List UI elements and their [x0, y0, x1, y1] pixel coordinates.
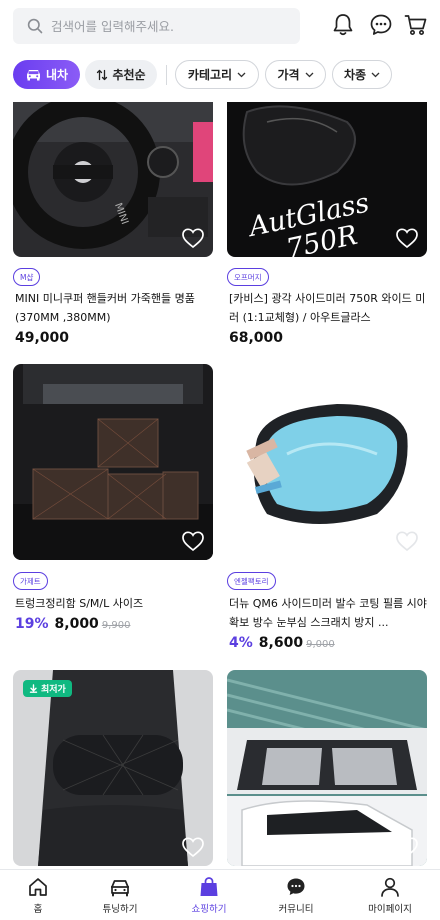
heart-icon[interactable]: [181, 227, 205, 249]
price-label: 가격: [277, 68, 300, 82]
chevron-down-icon: [305, 72, 314, 77]
product-price: 19% 8,000 9,900: [15, 616, 130, 632]
heart-icon[interactable]: [395, 227, 419, 249]
shopping-bag-icon: [200, 877, 218, 896]
search-input[interactable]: [51, 18, 271, 34]
nav-item-home[interactable]: 홈: [0, 876, 78, 918]
category-dropdown[interactable]: 카테고리: [175, 60, 259, 89]
product-image-trunk-organizer[interactable]: [13, 364, 213, 560]
sort-chip[interactable]: 추천순: [85, 60, 157, 89]
original-price: 9,900: [101, 620, 131, 631]
category-label: 카테고리: [187, 68, 233, 82]
price-value: 49,000: [15, 330, 70, 346]
seller-tag: 가제트: [13, 572, 48, 590]
product-title[interactable]: 트렁크정리함 S/M/L 사이즈: [15, 594, 215, 613]
product-card[interactable]: MINI M샵 MINI 미니쿠퍼 핸들커버 가죽핸들 명품 (370MM ,3…: [13, 102, 213, 346]
price-value: 8,600: [258, 635, 304, 651]
nav-item-shopping[interactable]: 쇼핑하기: [169, 876, 249, 918]
product-image-steering-cover[interactable]: MINI: [13, 102, 213, 257]
sort-icon: [97, 69, 108, 80]
product-image-neck-cushion[interactable]: 최저가: [13, 670, 213, 866]
nav-label: 쇼핑하기: [191, 904, 227, 915]
search-icon: [27, 18, 43, 34]
product-image-sunshade[interactable]: [227, 670, 427, 866]
my-car-filter-chip[interactable]: 내차: [13, 60, 80, 89]
discount-rate: 4%: [229, 635, 253, 651]
seller-tag: 엔젤팩토리: [227, 572, 276, 590]
search-bar[interactable]: [13, 8, 300, 44]
nav-item-community[interactable]: 커뮤니티: [256, 876, 336, 918]
chevron-down-icon: [237, 72, 246, 77]
heart-icon[interactable]: [395, 836, 419, 858]
original-price: 9,000: [306, 639, 335, 650]
product-price: 68,000: [229, 330, 283, 346]
nav-item-tuning[interactable]: 튜닝하기: [80, 876, 160, 918]
profile-icon: [381, 877, 399, 897]
product-image-mirror-film[interactable]: [227, 364, 427, 560]
price-value: 68,000: [229, 330, 284, 346]
nav-label: 마이페이지: [368, 904, 412, 915]
chat-icon: [287, 878, 305, 895]
price-dropdown[interactable]: 가격: [265, 60, 326, 89]
my-car-filter-label: 내차: [45, 68, 69, 82]
product-card[interactable]: AutGlass 750R 오프머지 [카비스] 광각 사이드미러 750R 와…: [227, 102, 427, 346]
chat-bubble-icon[interactable]: [368, 12, 394, 38]
bottom-navigation: 홈 튜닝하기 쇼핑하기 커뮤니티 마이페이지: [0, 869, 440, 920]
download-arrow-icon: [29, 684, 38, 693]
nav-label: 커뮤니티: [278, 904, 314, 915]
product-title[interactable]: [카비스] 광각 사이드미러 750R 와이드 미러 (1:1교체형) / 아우…: [229, 289, 429, 327]
lowest-price-badge: 최저가: [23, 680, 72, 697]
product-price: 4% 8,600 9,000: [229, 635, 335, 651]
heart-icon[interactable]: [395, 530, 419, 552]
product-image-side-mirror[interactable]: AutGlass 750R: [227, 102, 427, 257]
cart-icon[interactable]: [403, 12, 429, 38]
seller-tag: 오프머지: [227, 268, 269, 286]
seller-tag: M샵: [13, 268, 41, 286]
sort-label: 추천순: [112, 68, 146, 82]
nav-label: 홈: [33, 904, 43, 915]
heart-icon[interactable]: [181, 836, 205, 858]
nav-label: 튜닝하기: [102, 904, 138, 915]
top-bar: [0, 0, 440, 52]
nav-item-mypage[interactable]: 마이페이지: [350, 876, 430, 918]
product-card[interactable]: 엔젤팩토리 더뉴 QM6 사이드미러 발수 코팅 필름 시야확보 방수 눈부심 …: [227, 364, 427, 651]
filter-divider: [166, 65, 167, 85]
home-icon: [29, 878, 47, 896]
product-card[interactable]: [227, 670, 427, 866]
discount-rate: 19%: [15, 616, 49, 632]
chevron-down-icon: [371, 72, 380, 77]
heart-icon[interactable]: [181, 530, 205, 552]
product-price: 49,000: [15, 330, 69, 346]
product-title[interactable]: 더뉴 QM6 사이드미러 발수 코팅 필름 시야확보 방수 눈부심 스크래치 방…: [229, 594, 429, 632]
car-type-dropdown[interactable]: 차종: [332, 60, 392, 89]
product-card[interactable]: 최저가: [13, 670, 213, 866]
bell-icon[interactable]: [330, 12, 356, 38]
product-card[interactable]: 가제트 트렁크정리함 S/M/L 사이즈 19% 8,000 9,900: [13, 364, 213, 632]
car-icon: [111, 880, 129, 897]
car-icon: [26, 70, 40, 81]
product-title[interactable]: MINI 미니쿠퍼 핸들커버 가죽핸들 명품 (370MM ,380MM): [15, 289, 215, 327]
lowest-price-label: 최저가: [41, 685, 66, 695]
filter-bar: 내차 추천순 카테고리 가격 차종: [0, 60, 440, 92]
car-type-label: 차종: [343, 68, 367, 82]
price-value: 8,000: [54, 616, 99, 632]
